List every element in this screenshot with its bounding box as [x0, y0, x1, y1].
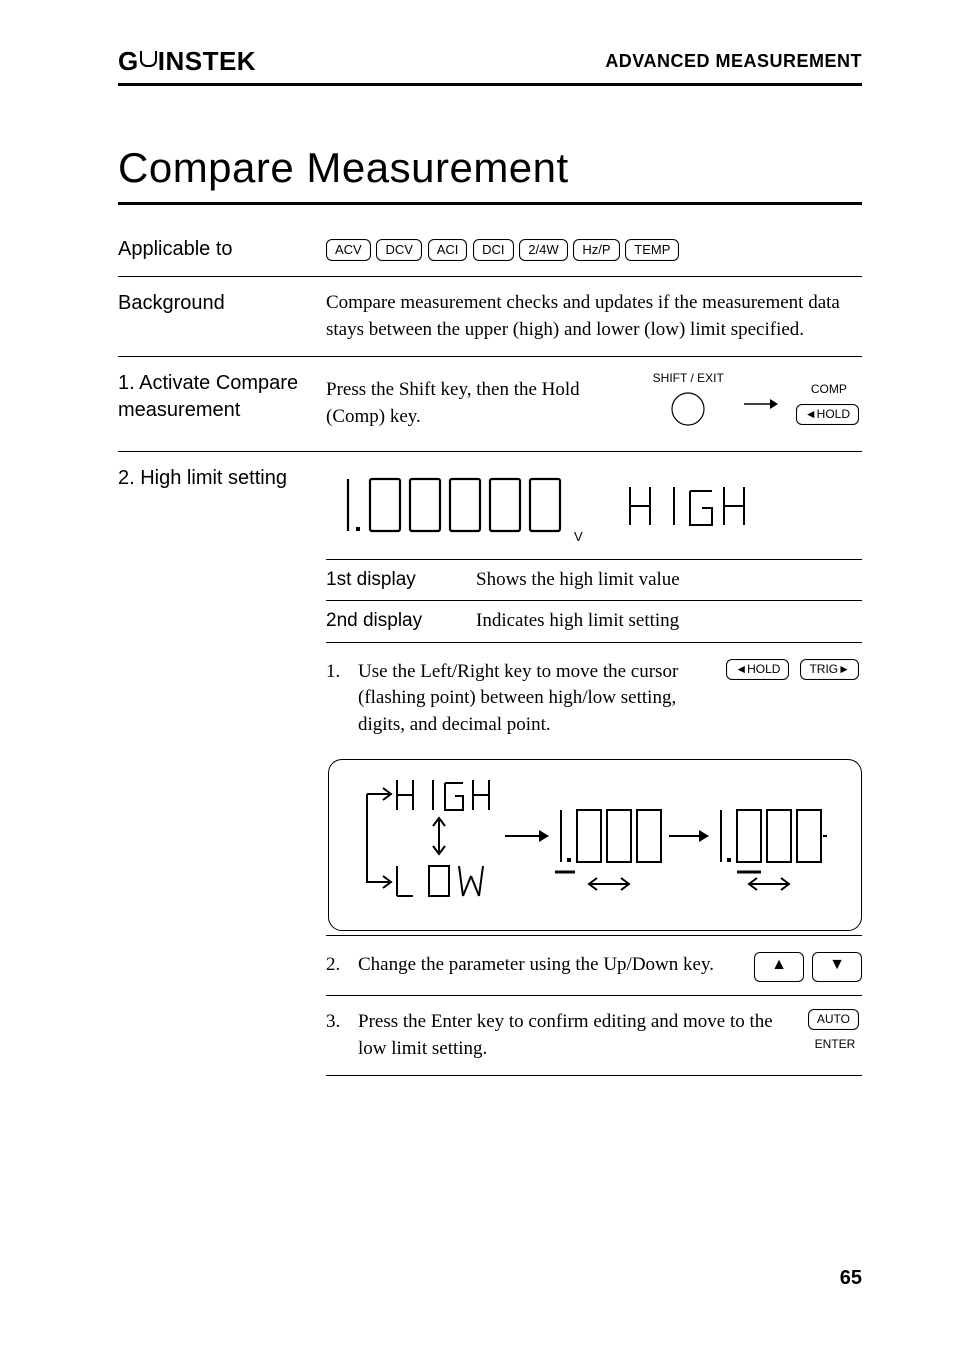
up-key: ▲: [754, 952, 804, 982]
step-3-num: 3.: [326, 1009, 358, 1036]
logo-suffix: INSTEK: [158, 46, 256, 76]
comp-label: COMP: [796, 381, 862, 398]
step-2-text: Change the parameter using the Up/Down k…: [358, 952, 742, 982]
diagram-svg: [347, 774, 827, 904]
second-display-text: Indicates high limit setting: [476, 608, 679, 635]
applicable-label: Applicable to: [118, 236, 326, 263]
key-hzp: Hz/P: [573, 239, 619, 261]
key-dcv: DCV: [376, 239, 421, 261]
main-display-icon: V: [326, 471, 586, 547]
key-24w: 2/4W: [519, 239, 567, 261]
page-title: Compare Measurement: [118, 144, 862, 192]
highlimit-label: 2. High limit setting: [118, 465, 326, 1077]
shift-label: SHIFT / EXIT: [653, 370, 724, 387]
second-display-label: 2nd display: [326, 608, 476, 635]
down-key: ▼: [812, 952, 862, 982]
step-2-num: 2.: [326, 952, 358, 979]
first-display-label: 1st display: [326, 567, 476, 594]
key-dci: DCI: [473, 239, 513, 261]
activate-label: 1. Activate Compare measurement: [118, 370, 326, 437]
secondary-display-icon: [622, 481, 782, 537]
enter-label: ENTER: [815, 1036, 856, 1053]
step-1-text: Use the Left/Right key to move the curso…: [358, 659, 714, 739]
activate-text: Press the Shift key, then the Hold (Comp…: [326, 377, 635, 430]
page-number: 65: [840, 1267, 862, 1290]
unit-v: V: [574, 529, 583, 544]
key-temp: TEMP: [625, 239, 679, 261]
background-text: Compare measurement checks and updates i…: [326, 290, 862, 343]
applicable-keys: ACV DCV ACI DCI 2/4W Hz/P TEMP: [326, 236, 862, 263]
background-label: Background: [118, 290, 326, 343]
auto-key: AUTO: [808, 1009, 859, 1030]
key-aci: ACI: [428, 239, 468, 261]
header-section: ADVANCED MEASUREMENT: [605, 51, 862, 72]
hold-key: ◄HOLD: [796, 404, 859, 425]
arrow-icon: [742, 384, 778, 424]
brand-logo: G INSTEK: [118, 46, 256, 77]
hold-left-key: ◄HOLD: [726, 659, 789, 680]
key-acv: ACV: [326, 239, 371, 261]
cursor-diagram: [328, 759, 862, 932]
logo-prefix: G: [118, 46, 139, 76]
step-3-text: Press the Enter key to confirm editing a…: [358, 1009, 796, 1062]
trig-right-key: TRIG►: [800, 659, 859, 680]
shift-key-icon: [668, 389, 708, 429]
step-1-num: 1.: [326, 659, 358, 686]
first-display-text: Shows the high limit value: [476, 567, 680, 594]
